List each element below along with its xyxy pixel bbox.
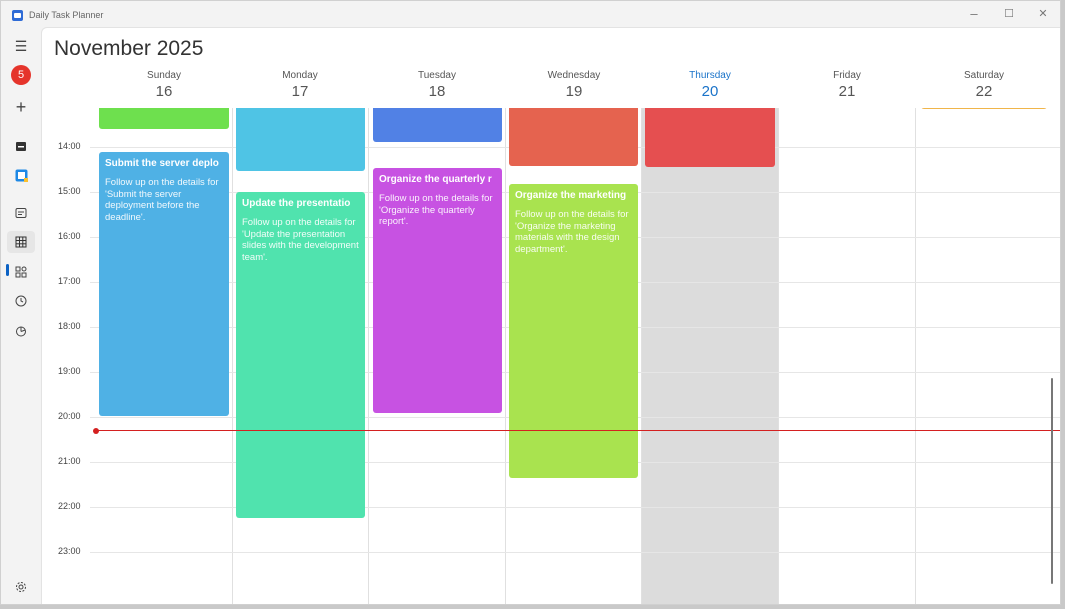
- day-header-tuesday[interactable]: Tuesday 18: [369, 70, 505, 100]
- day-name: Sunday: [147, 70, 181, 81]
- event-description: Follow up on the details for 'Organize t…: [379, 193, 493, 227]
- time-label: 23:00: [58, 546, 81, 556]
- today-column-highlight: [641, 108, 778, 604]
- day-name: Tuesday: [418, 70, 456, 81]
- event-card[interactable]: [509, 108, 638, 166]
- notification-badge: 5: [11, 65, 31, 85]
- stats-view-button[interactable]: [7, 320, 35, 342]
- column-divider: [641, 108, 642, 604]
- hamburger-menu-icon: ☰: [14, 37, 28, 54]
- event-card[interactable]: [373, 108, 502, 142]
- time-label: 16:00: [58, 231, 81, 241]
- planner-app-icon: [12, 9, 23, 21]
- window-title: Daily Task Planner: [29, 10, 104, 20]
- time-label: 21:00: [58, 456, 81, 466]
- day-header-thursday[interactable]: Thursday 20: [642, 70, 778, 100]
- event-card[interactable]: Submit the server deplo Follow up on the…: [99, 152, 229, 416]
- event-title: Organize the marketing: [515, 190, 627, 201]
- today-view-button[interactable]: [7, 135, 35, 157]
- event-card[interactable]: Organize the marketing Follow up on the …: [509, 184, 638, 478]
- day-header-friday[interactable]: Friday 21: [779, 70, 915, 100]
- current-time-line: [96, 430, 1060, 431]
- agenda-view-button[interactable]: [7, 202, 35, 224]
- day-header-sunday[interactable]: Sunday 16: [96, 70, 232, 100]
- time-label: 20:00: [58, 411, 81, 421]
- event-description: Follow up on the details for 'Submit the…: [105, 177, 219, 223]
- day-number: 17: [291, 83, 309, 100]
- hamburger-menu-button[interactable]: ☰: [7, 35, 35, 57]
- column-divider: [368, 108, 369, 604]
- calendar-today-icon: [16, 142, 26, 151]
- plus-icon: +: [15, 96, 27, 117]
- gear-icon: [16, 582, 26, 592]
- week-view-button[interactable]: [7, 231, 35, 253]
- event-card[interactable]: [99, 108, 229, 129]
- google-calendar-icon: [15, 169, 28, 182]
- clock-icon: [15, 295, 27, 307]
- event-card[interactable]: [921, 108, 1047, 109]
- event-title: Submit the server deplo: [105, 158, 219, 169]
- close-button[interactable]: ✕: [1027, 3, 1059, 25]
- column-divider: [232, 108, 233, 604]
- time-label: 18:00: [58, 321, 81, 331]
- day-header-monday[interactable]: Monday 17: [232, 70, 368, 100]
- pie-chart-icon: [16, 326, 26, 337]
- event-description: Follow up on the details for 'Organize t…: [515, 209, 629, 255]
- event-card[interactable]: Organize the quarterly r Follow up on th…: [373, 168, 502, 413]
- notifications-button[interactable]: 5: [7, 64, 35, 86]
- add-task-button[interactable]: +: [7, 96, 35, 118]
- nav-rail: ☰ 5 +: [1, 29, 41, 604]
- event-title: Organize the quarterly r: [379, 174, 492, 185]
- day-name: Wednesday: [547, 70, 601, 81]
- column-divider: [778, 108, 779, 604]
- time-label: 19:00: [58, 366, 81, 376]
- day-number: 19: [565, 83, 583, 100]
- widgets-icon: [15, 266, 27, 278]
- day-header-saturday[interactable]: Saturday 22: [916, 70, 1052, 100]
- event-card[interactable]: [645, 108, 775, 167]
- history-view-button[interactable]: [7, 290, 35, 312]
- time-label: 22:00: [58, 501, 81, 511]
- day-name: Thursday: [689, 70, 731, 81]
- minimize-button[interactable]: –: [958, 3, 990, 25]
- time-label: 17:00: [58, 276, 81, 286]
- event-title: Update the presentatio: [242, 198, 351, 209]
- day-number: 16: [155, 83, 173, 100]
- maximize-button[interactable]: ☐: [993, 3, 1025, 25]
- current-time-dot: [93, 428, 99, 434]
- settings-button[interactable]: [7, 576, 35, 598]
- time-label: 15:00: [58, 186, 81, 196]
- title-bar: Daily Task Planner – ☐ ✕: [1, 1, 1060, 29]
- calendar-pane: November 2025 Sunday 16 Monday 17 Tuesda…: [41, 27, 1060, 604]
- column-divider: [915, 108, 916, 604]
- day-number: 20: [701, 83, 719, 100]
- week-grid-icon: [15, 236, 27, 248]
- event-card[interactable]: Update the presentatio Follow up on the …: [236, 192, 365, 518]
- day-name: Saturday: [963, 70, 1005, 81]
- column-divider: [505, 108, 506, 604]
- widgets-view-button[interactable]: [7, 261, 35, 283]
- google-calendar-button[interactable]: [7, 164, 35, 186]
- day-name: Monday: [282, 70, 318, 81]
- day-header-wednesday[interactable]: Wednesday 19: [506, 70, 642, 100]
- hour-line: [90, 552, 1060, 553]
- day-name: Friday: [833, 70, 861, 81]
- day-number: 22: [975, 83, 993, 100]
- event-card[interactable]: [236, 108, 365, 171]
- month-title: November 2025: [54, 37, 204, 60]
- event-description: Follow up on the details for 'Update the…: [242, 217, 359, 263]
- day-number: 21: [838, 83, 856, 100]
- agenda-icon: [15, 208, 27, 218]
- day-number: 18: [428, 83, 446, 100]
- week-grid[interactable]: 14:00 15:00 16:00 17:00 18:00 19:00 20:0…: [42, 108, 1060, 604]
- vertical-scrollbar[interactable]: [1051, 378, 1053, 584]
- time-label: 14:00: [58, 141, 81, 151]
- app-window: Daily Task Planner – ☐ ✕ ☰ 5 + November …: [0, 0, 1061, 605]
